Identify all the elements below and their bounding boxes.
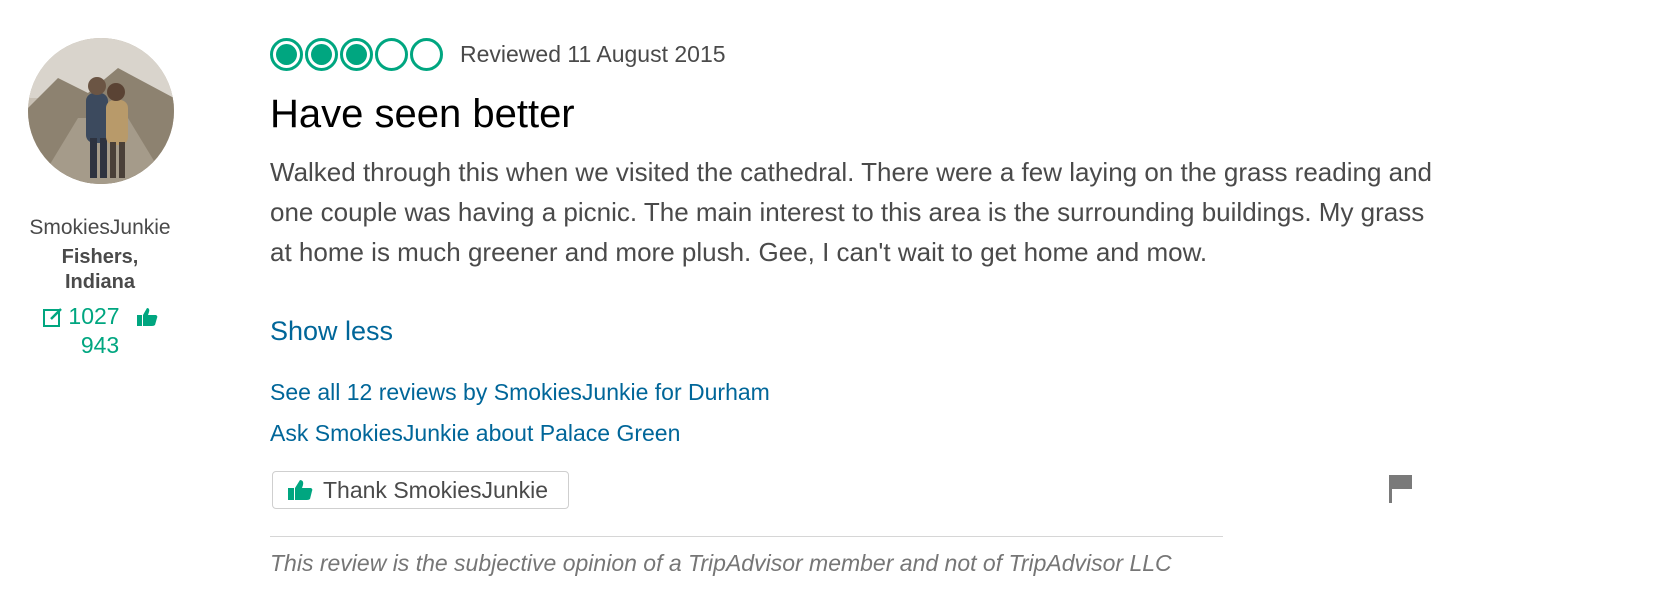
bubble-fill bbox=[346, 44, 367, 65]
divider bbox=[270, 536, 1223, 537]
see-all-reviews-link[interactable]: See all 12 reviews by SmokiesJunkie for … bbox=[270, 379, 770, 406]
bubble-empty bbox=[410, 38, 443, 71]
reviewer-stats: 1027 943 bbox=[0, 302, 200, 360]
thank-button-label: Thank SmokiesJunkie bbox=[323, 476, 548, 503]
review-date: Reviewed 11 August 2015 bbox=[460, 41, 726, 67]
thank-button[interactable]: Thank SmokiesJunkie bbox=[272, 471, 569, 509]
bubble-rating bbox=[270, 38, 443, 71]
bubble-filled bbox=[270, 38, 303, 71]
review-count: 1027 bbox=[68, 303, 120, 329]
reviewer-location-text: Fishers, Indiana bbox=[61, 246, 139, 293]
thumbs-up-icon bbox=[287, 479, 313, 501]
bubble-filled bbox=[340, 38, 373, 71]
review-body: Walked through this when we visited the … bbox=[270, 157, 1433, 267]
bubble-fill bbox=[311, 44, 332, 65]
helpful-votes: 943 bbox=[80, 332, 120, 358]
bubble-fill bbox=[276, 44, 297, 65]
ask-reviewer-link[interactable]: Ask SmokiesJunkie about Palace Green bbox=[270, 420, 680, 447]
avatar[interactable] bbox=[28, 38, 174, 184]
bubble-empty bbox=[375, 38, 408, 71]
show-less-link[interactable]: Show less bbox=[270, 316, 393, 347]
edit-icon bbox=[42, 306, 64, 328]
thumbs-up-icon bbox=[136, 307, 158, 327]
flag-icon[interactable] bbox=[1388, 474, 1414, 509]
reviewer-username[interactable]: SmokiesJunkie bbox=[0, 216, 200, 240]
review-title[interactable]: Have seen better bbox=[270, 92, 575, 137]
reviewer-location: Fishers, Indiana bbox=[0, 245, 200, 295]
bubble-filled bbox=[305, 38, 338, 71]
review-disclaimer: This review is the subjective opinion of… bbox=[270, 550, 1172, 576]
rating-row: Reviewed 11 August 2015 bbox=[270, 38, 726, 71]
